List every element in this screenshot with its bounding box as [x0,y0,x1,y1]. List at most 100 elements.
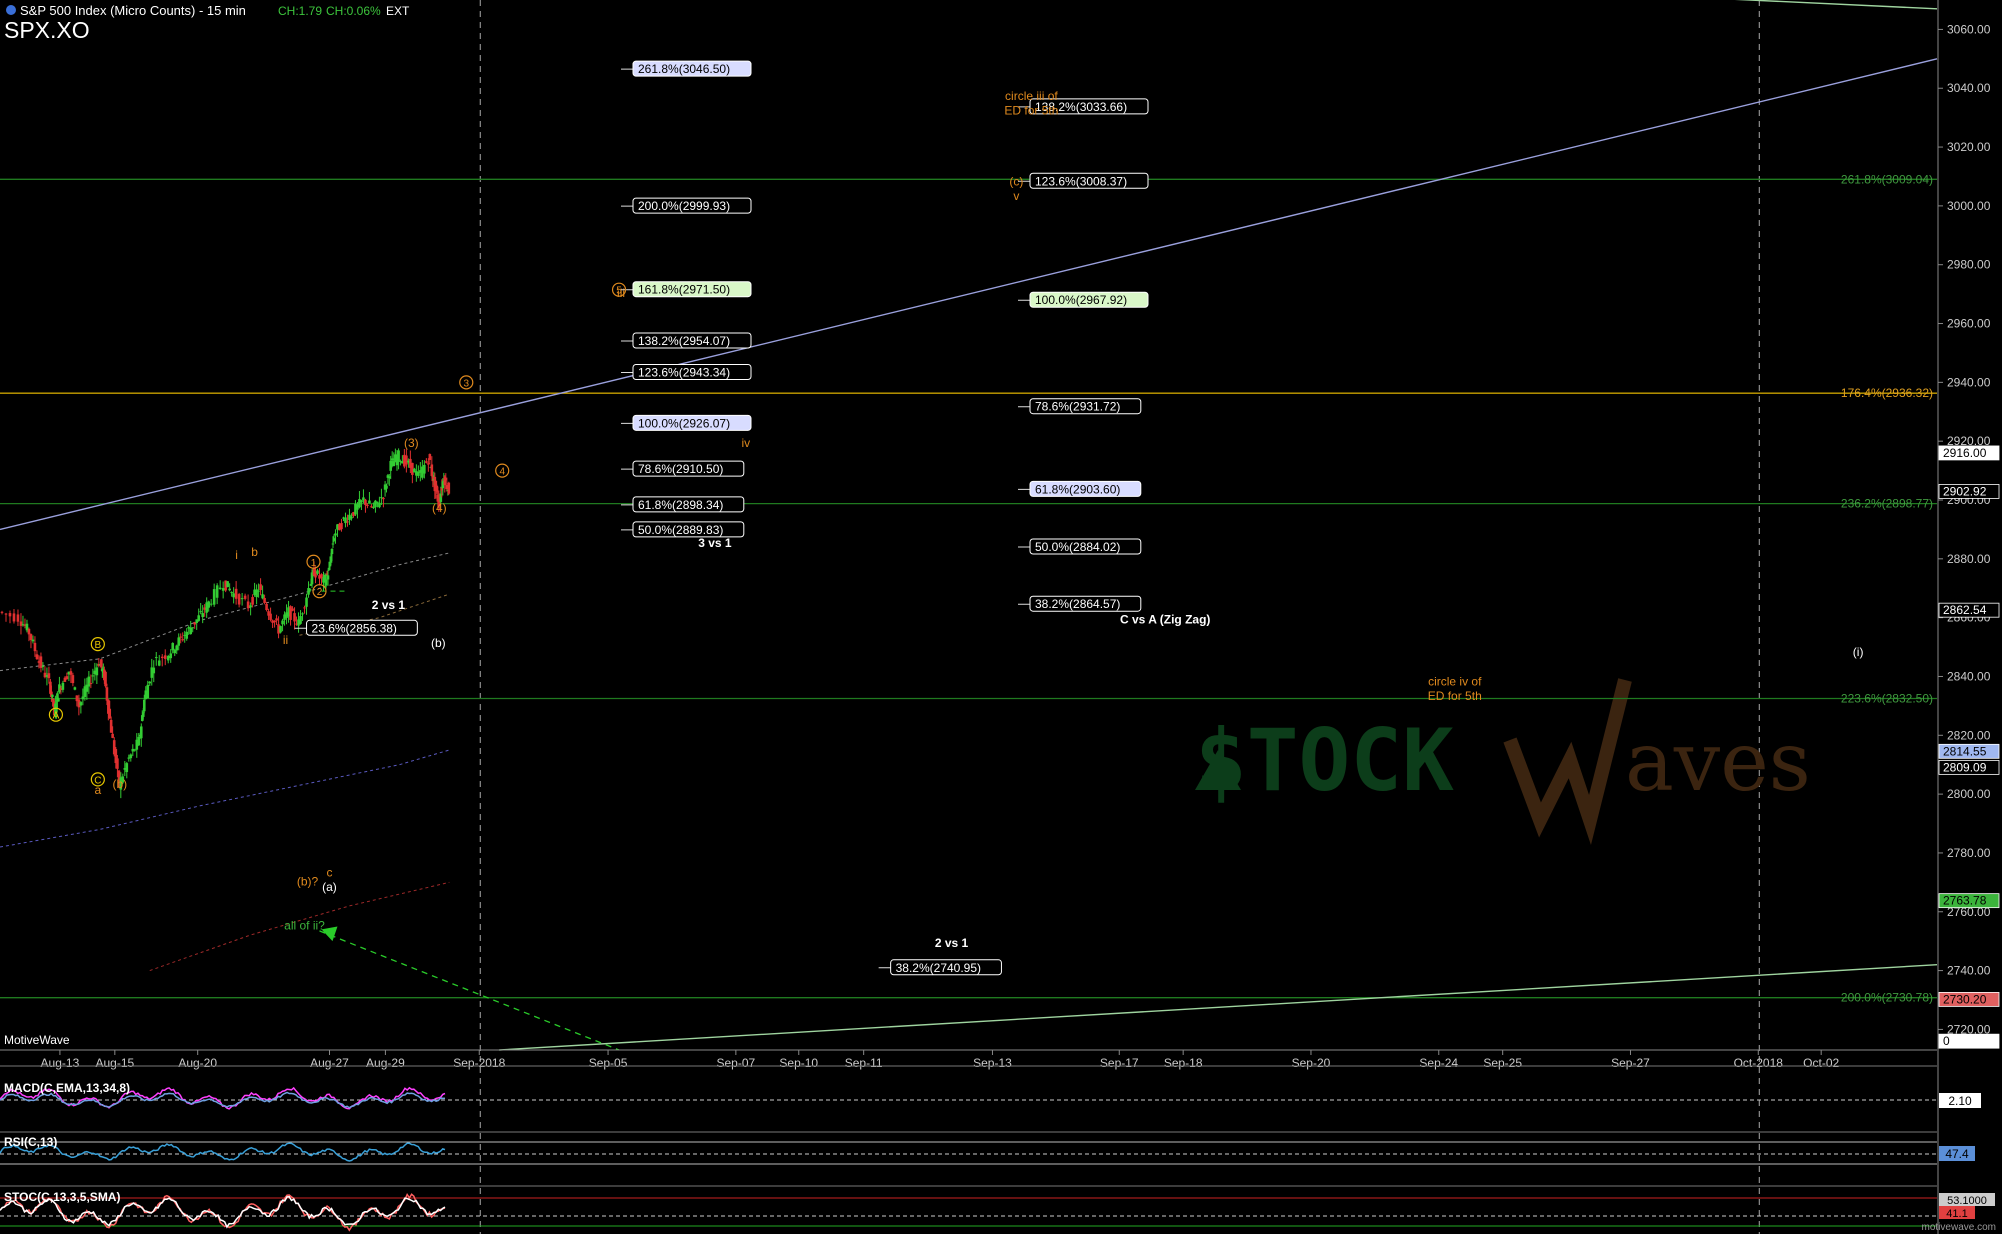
symbol-label: SPX.XO [4,17,90,43]
horizontal-levels: 261.8%(3009.04) 176.4%(2936.32) 236.2%(289… [0,172,1937,1005]
y-tick-label: 2960.00 [1947,317,1991,331]
candle-body [71,675,75,684]
candle-body [368,500,371,504]
price-tag-label: 2809.09 [1943,760,1987,774]
candle-body [148,681,152,684]
candle-body [142,699,146,712]
y-tick-label: 2800.00 [1947,787,1991,801]
candle-body [16,614,20,622]
circled-wave-label: B [95,640,102,651]
y-tick-label: 3040.00 [1947,81,1991,95]
fib-right-label: 78.6%(2931.72) [1035,400,1120,414]
price-chart[interactable]: $TOCK aves 261.8%(3009.04) 176.4%(2936.32… [0,0,2002,1234]
candle-body [324,579,328,586]
lower-channel-curve [0,749,450,848]
fib-right-label: 50.0%(2884.02) [1035,540,1120,554]
candle-body [137,736,141,746]
candle-body [275,618,278,621]
watermark-w-icon [1503,678,1632,846]
candle-body [360,500,363,503]
candle-body [197,615,200,621]
candle-body [293,613,296,622]
x-tick-label: Sep-25 [1483,1056,1522,1070]
candle-body [289,606,292,620]
watermark-logo-text: $TOCK [1195,711,1454,811]
candle-body [366,505,369,507]
wave-label: circle iv of [1428,674,1482,688]
candle-body [259,584,262,591]
level-label: 236.2%(2898.77) [1841,497,1933,511]
candle-body [243,595,247,599]
wave-label: (4) [432,501,447,515]
price-axis: 2720.002740.002760.002780.002800.002820.… [1937,0,2000,1234]
wave-label: ii [283,633,288,647]
x-tick-label: Sep-18 [1164,1056,1203,1070]
candle-body [116,758,119,769]
candle-body [382,497,385,500]
candle-body [246,601,250,609]
wave-label: (b) [431,636,446,650]
candle-body [177,637,181,646]
x-tick-label: Aug-20 [178,1056,217,1070]
stockwaves-watermark: $TOCK aves [1195,678,1811,846]
y-tick-label: 3000.00 [1947,199,1991,213]
candle-body [257,590,260,592]
y-tick-label: 3060.00 [1947,22,1991,36]
wave-label: ED for 5th [1004,104,1058,118]
candle-body [423,464,426,474]
macd-value: 2.10 [1948,1094,1972,1108]
candle-body [163,655,167,659]
candle-body [228,588,231,591]
candle-body [326,575,330,580]
rsi-value: 47.4 [1945,1147,1969,1161]
x-tick-label: Sep-05 [589,1056,628,1070]
price-tag-label: 0 [1943,1034,1950,1048]
candle-body [100,659,103,668]
macd-label: MACD(C,EMA,13,34,8) [4,1081,130,1095]
candle-body [87,676,91,687]
candle-body [27,628,31,635]
candle-body [334,533,337,536]
fib-right-label: 38.2%(2864.57) [1035,597,1120,611]
candle-body [350,516,353,519]
fib-left-label: 123.6%(2943.34) [638,366,730,380]
wave-label: i [235,548,238,562]
wave-label: 3 vs 1 [698,536,732,550]
candle-body [249,605,252,608]
fib-left-label: 200.0%(2999.93) [638,199,730,213]
candle-body [218,587,222,590]
level-label: 176.4%(2936.32) [1841,386,1933,400]
candle-body [154,657,158,659]
candle-body [215,585,219,598]
circled-wave-label: 2 [317,587,323,598]
all-of-ii-arrow-line [319,930,620,1051]
candle-body [251,597,254,605]
wave-label: b [251,545,258,559]
y-tick-label: 2820.00 [1947,728,1991,742]
candle-body [330,548,334,555]
candle-body [385,485,388,489]
candle-body [189,627,193,635]
wave-label: iv [742,436,751,450]
wave-label: c [326,865,332,879]
level-label: 261.8%(3009.04) [1841,172,1933,186]
candle-body [221,588,225,591]
wave-label: (i) [1853,645,1864,659]
candle-body [390,458,394,461]
candle-body [307,588,310,595]
candle-body [291,608,294,611]
stoc-value-top: 53.1000 [1947,1195,1987,1207]
candle-body [169,653,173,659]
circled-wave-label: A [53,711,60,722]
fib-misc-label: 23.6%(2856.38) [312,621,397,635]
candle-body [41,666,45,668]
candle-body [89,683,93,685]
circled-wave-label: 1 [311,558,317,569]
y-tick-label: 2780.00 [1947,846,1991,860]
candle-body [152,667,156,674]
candle-body [129,754,133,759]
candle-body [331,543,335,545]
candle-body [79,702,83,706]
fib-left-label: 261.8%(3046.50) [638,62,730,76]
candle-body [29,634,33,640]
